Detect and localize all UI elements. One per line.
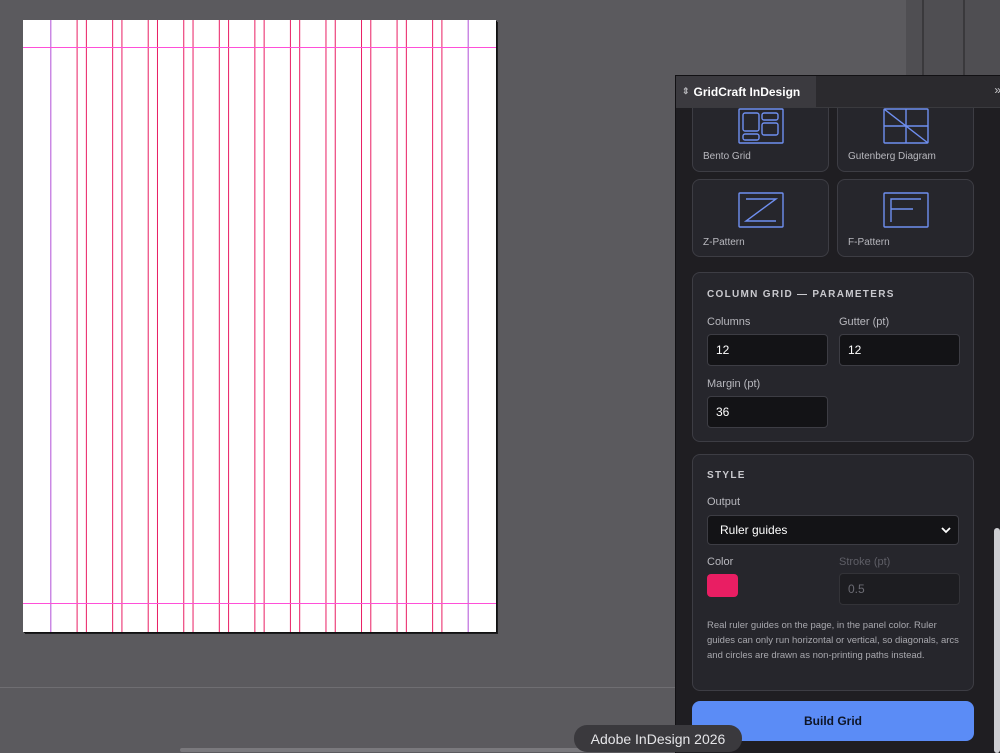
style-note: Real ruler guides on the page, in the pa… — [707, 620, 959, 661]
chevron-down-icon — [941, 527, 951, 534]
column-grid-parameters-section: COLUMN GRID — PARAMETERS Columns Gutter … — [692, 272, 974, 442]
color-swatch[interactable] — [707, 574, 738, 597]
columns-label: Columns — [707, 316, 751, 328]
gutter-input[interactable]: 12 — [839, 334, 960, 366]
margin-label: Margin (pt) — [707, 378, 761, 390]
ruler-guides — [23, 20, 496, 632]
preset-label: Z-Pattern — [703, 237, 745, 248]
section-title: STYLE — [707, 470, 746, 481]
output-label: Output — [707, 496, 741, 508]
preset-card-bento-grid[interactable]: Bento Grid — [692, 108, 829, 172]
app-name-toast: Adobe InDesign 2026 — [574, 725, 742, 752]
preset-card-z-pattern[interactable]: Z-Pattern — [692, 179, 829, 257]
color-label: Color — [707, 556, 734, 568]
output-select[interactable]: Ruler guides — [707, 515, 959, 545]
output-select-value: Ruler guides — [720, 523, 788, 537]
pasteboard-divider — [0, 687, 676, 688]
panel-body: Bento Grid Gutenberg Diagram Z-Pattern F… — [676, 108, 1000, 753]
bento-grid-icon — [738, 108, 784, 144]
gutter-label: Gutter (pt) — [839, 316, 890, 328]
f-pattern-icon — [883, 192, 929, 228]
document-page — [23, 20, 496, 632]
section-title: COLUMN GRID — PARAMETERS — [707, 289, 895, 300]
z-pattern-icon — [738, 192, 784, 228]
panel-title: GridCraft InDesign — [693, 84, 801, 99]
panel-header: ⇕ GridCraft InDesign » — [676, 76, 1000, 108]
preset-card-gutenberg-diagram[interactable]: Gutenberg Diagram — [837, 108, 974, 172]
style-section: STYLE Output Ruler guides Color Stroke (… — [692, 454, 974, 691]
panel-scrollbar[interactable] — [994, 528, 1000, 753]
preset-label: F-Pattern — [848, 237, 890, 248]
docked-panels-edge — [906, 0, 1000, 76]
collapse-panel-icon[interactable]: » — [994, 83, 1000, 97]
preset-label: Bento Grid — [703, 151, 751, 162]
preset-card-f-pattern[interactable]: F-Pattern — [837, 179, 974, 257]
panel-tab[interactable]: ⇕ GridCraft InDesign — [676, 76, 816, 107]
margin-input[interactable]: 36 — [707, 396, 828, 428]
stroke-input: 0.5 — [839, 573, 960, 605]
columns-input[interactable]: 12 — [707, 334, 828, 366]
double-arrow-icon: ⇕ — [682, 86, 690, 96]
gridcraft-panel: ⇕ GridCraft InDesign » Bento Grid — [675, 75, 1000, 753]
preset-label: Gutenberg Diagram — [848, 151, 936, 162]
stroke-label: Stroke (pt) — [839, 556, 891, 568]
gutenberg-diagram-icon — [883, 108, 929, 144]
